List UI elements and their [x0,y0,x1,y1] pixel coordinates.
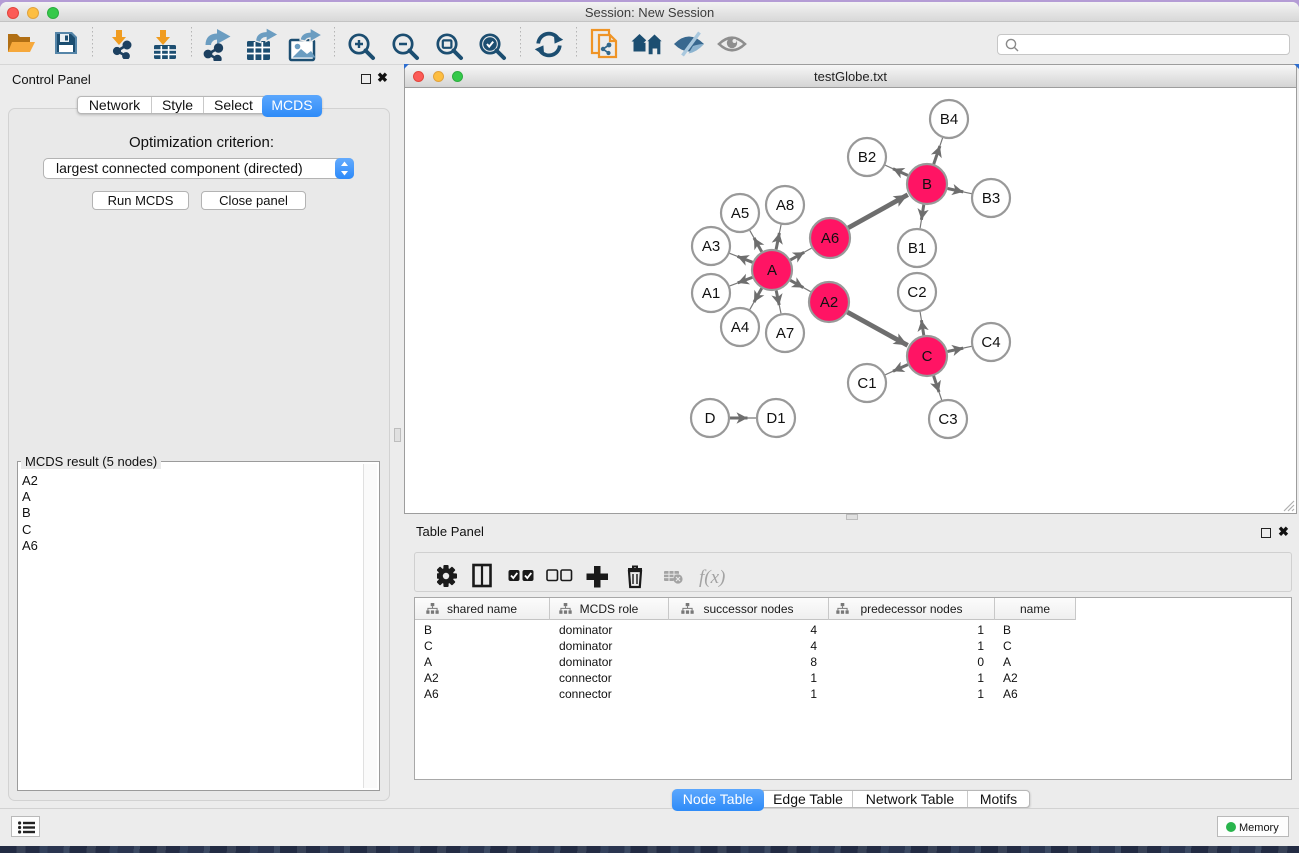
svg-text:D1: D1 [766,410,785,427]
svg-text:C: C [922,348,933,365]
svg-text:A3: A3 [702,238,720,255]
svg-text:B4: B4 [940,111,958,128]
svg-text:A6: A6 [821,230,839,247]
svg-text:A8: A8 [776,197,794,214]
svg-text:A: A [767,262,777,279]
svg-text:f(x): f(x) [699,567,725,588]
svg-text:A2: A2 [820,294,838,311]
svg-text:B: B [922,176,932,193]
svg-text:B2: B2 [858,149,876,166]
svg-text:C1: C1 [857,375,876,392]
svg-text:C3: C3 [938,411,957,428]
svg-text:D: D [705,410,716,427]
svg-text:B1: B1 [908,240,926,257]
svg-text:C2: C2 [907,284,926,301]
svg-text:A1: A1 [702,285,720,302]
svg-text:A7: A7 [776,325,794,342]
svg-text:C4: C4 [981,334,1000,351]
svg-text:B3: B3 [982,190,1000,207]
svg-text:A5: A5 [731,205,749,222]
svg-text:A4: A4 [731,319,749,336]
